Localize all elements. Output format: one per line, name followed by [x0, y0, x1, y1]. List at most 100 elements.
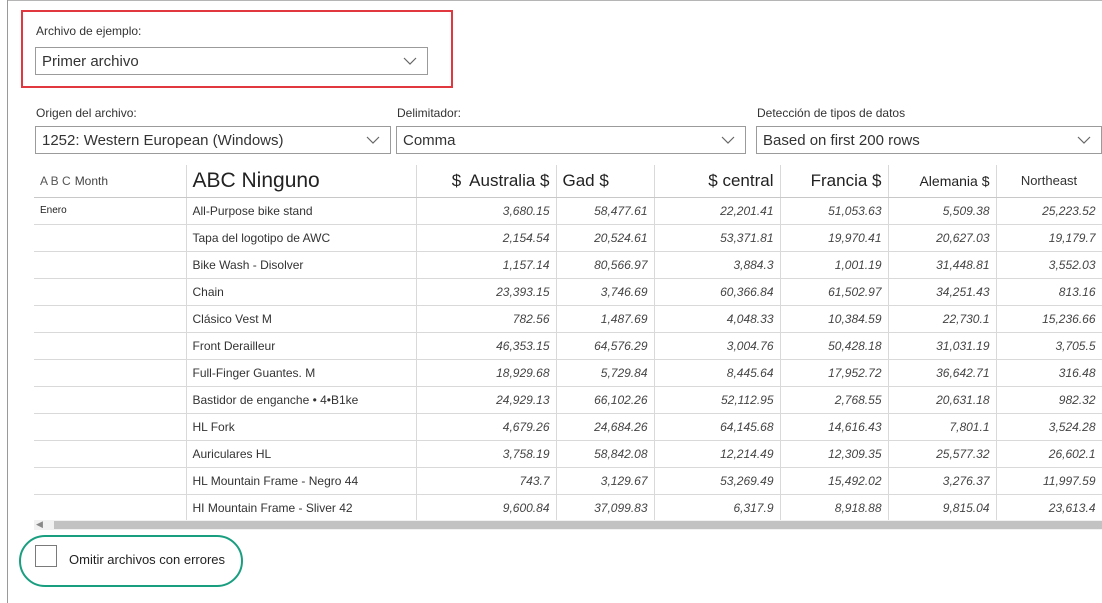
cell-value: 1,487.69 [556, 305, 655, 333]
cell-month [34, 386, 187, 414]
column-header-australia[interactable]: $ Australia $ [416, 165, 557, 198]
text-type-icon: A B C [40, 173, 71, 188]
cell-month [34, 224, 187, 252]
cell-value: 3,705.5 [996, 332, 1102, 360]
chevron-down-icon [721, 136, 735, 144]
frame-left-border [7, 0, 8, 603]
cell-value: 3,680.15 [416, 197, 557, 225]
data-type-detection-dropdown[interactable]: Based on first 200 rows [756, 126, 1102, 154]
cell-value: 19,970.41 [780, 224, 889, 252]
cell-value: 782.56 [416, 305, 557, 333]
data-type-detection-value: Based on first 200 rows [763, 131, 920, 149]
file-origin-dropdown[interactable]: 1252: Western European (Windows) [35, 126, 391, 154]
cell-value: 1,157.14 [416, 251, 557, 279]
cell-month [34, 467, 187, 495]
cell-value: 24,684.26 [556, 413, 655, 441]
column-header-label: Alemania $ [919, 172, 990, 189]
scrollbar-thumb[interactable] [54, 521, 1102, 529]
cell-value: 15,236.66 [996, 305, 1102, 333]
cell-value: 60,366.84 [654, 278, 781, 306]
data-preview-grid: A B C Month ABC Ninguno $ Australia $ Gad … [34, 165, 1102, 520]
currency-type-icon: $ [451, 170, 462, 190]
cell-value: 58,842.08 [556, 440, 655, 468]
delimiter-dropdown[interactable]: Comma [396, 126, 746, 154]
cell-product: All-Purpose bike stand [186, 197, 417, 225]
cell-value: 12,214.49 [654, 440, 781, 468]
cell-product: HL Fork [186, 413, 417, 441]
table-header-row: A B C Month ABC Ninguno $ Australia $ Gad … [34, 165, 1102, 198]
cell-value: 51,053.63 [780, 197, 889, 225]
table-body: Enero All-Purpose bike stand 3,680.15 58,47… [34, 197, 1102, 520]
table-row: Front Derailleur 46,353.15 64,576.29 3,004.… [34, 332, 1102, 360]
cell-value: 20,631.18 [888, 386, 997, 414]
cell-value: 61,502.97 [780, 278, 889, 306]
column-header-label: $ central [708, 170, 774, 190]
cell-value: 2,768.55 [780, 386, 889, 414]
cell-value: 316.48 [996, 359, 1102, 387]
table-row: HI Mountain Frame - Sliver 42 9,600.84 37,… [34, 494, 1102, 520]
cell-product: HI Mountain Frame - Sliver 42 [186, 494, 417, 520]
cell-value: 3,746.69 [556, 278, 655, 306]
cell-value: 5,509.38 [888, 197, 997, 225]
table-row: HL Mountain Frame - Negro 44 743.7 3,129.6… [34, 467, 1102, 495]
cell-value: 46,353.15 [416, 332, 557, 360]
cell-product: Full-Finger Guantes. M [186, 359, 417, 387]
cell-value: 58,477.61 [556, 197, 655, 225]
cell-value: 813.16 [996, 278, 1102, 306]
cell-value: 17,952.72 [780, 359, 889, 387]
cell-value: 2,154.54 [416, 224, 557, 252]
cell-month [34, 440, 187, 468]
cell-value: 80,566.97 [556, 251, 655, 279]
file-origin-label: Origen del archivo: [36, 106, 137, 120]
cell-value: 22,730.1 [888, 305, 997, 333]
table-row: Full-Finger Guantes. M 18,929.68 5,729.84 8… [34, 359, 1102, 387]
cell-value: 3,758.19 [416, 440, 557, 468]
column-header-central[interactable]: $ central [654, 165, 781, 198]
column-header-month[interactable]: A B C Month [34, 165, 187, 198]
chevron-down-icon [366, 136, 380, 144]
cell-value: 8,918.88 [780, 494, 889, 520]
data-type-detection-label: Detección de tipos de datos [757, 106, 906, 120]
column-header-gad[interactable]: Gad $ [556, 165, 655, 198]
column-header-ninguno[interactable]: ABC Ninguno [186, 165, 417, 198]
cell-product: Clásico Vest M [186, 305, 417, 333]
cell-value: 3,004.76 [654, 332, 781, 360]
cell-value: 23,393.15 [416, 278, 557, 306]
column-header-francia[interactable]: Francia $ [780, 165, 889, 198]
cell-value: 18,929.68 [416, 359, 557, 387]
table-row: Auriculares HL 3,758.19 58,842.08 12,214.49… [34, 440, 1102, 468]
cell-value: 12,309.35 [780, 440, 889, 468]
horizontal-scrollbar[interactable]: ◀ [34, 519, 1102, 530]
cell-value: 19,179.7 [996, 224, 1102, 252]
cell-value: 64,576.29 [556, 332, 655, 360]
cell-value: 14,616.43 [780, 413, 889, 441]
cell-value: 20,627.03 [888, 224, 997, 252]
cell-value: 8,445.64 [654, 359, 781, 387]
cell-value: 1,001.19 [780, 251, 889, 279]
cell-month [34, 251, 187, 279]
file-origin-value: 1252: Western European (Windows) [42, 131, 284, 149]
cell-value: 22,201.41 [654, 197, 781, 225]
table-row: HL Fork 4,679.26 24,684.26 64,145.68 14,616.… [34, 413, 1102, 441]
cell-month [34, 413, 187, 441]
cell-value: 36,642.71 [888, 359, 997, 387]
table-row: Enero All-Purpose bike stand 3,680.15 58,47… [34, 197, 1102, 225]
cell-value: 10,384.59 [780, 305, 889, 333]
cell-value: 6,317.9 [654, 494, 781, 520]
cell-product: Chain [186, 278, 417, 306]
cell-value: 23,613.4 [996, 494, 1102, 520]
cell-value: 4,048.33 [654, 305, 781, 333]
table-row: Chain 23,393.15 3,746.69 60,366.84 61,502.97… [34, 278, 1102, 306]
scroll-left-icon[interactable]: ◀ [36, 519, 43, 530]
cell-month [34, 278, 187, 306]
cell-value: 50,428.18 [780, 332, 889, 360]
delimiter-label: Delimitador: [397, 106, 462, 120]
delimiter-value: Comma [403, 131, 456, 149]
column-header-label: Francia $ [810, 170, 882, 190]
column-header-alemania[interactable]: Alemania $ [888, 165, 997, 198]
table-row: Tapa del logotipo de AWC 2,154.54 20,524.6… [34, 224, 1102, 252]
skip-errors-highlight [19, 535, 243, 587]
cell-value: 53,269.49 [654, 467, 781, 495]
column-header-northeast[interactable]: Northeast [996, 165, 1102, 198]
cell-product: Bastidor de enganche • 4•B1ke [186, 386, 417, 414]
